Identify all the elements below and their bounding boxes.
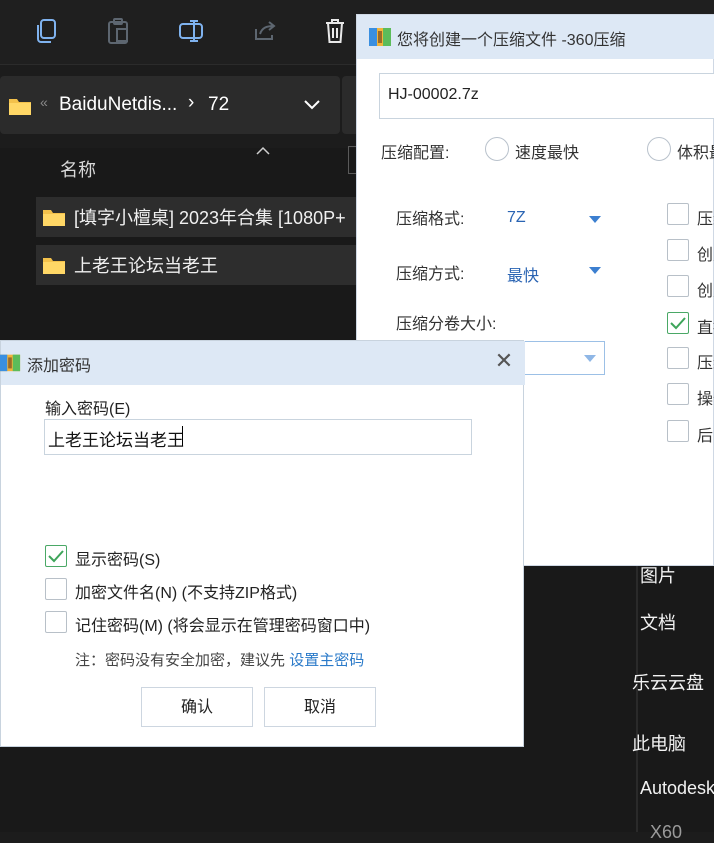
volume-size-dropdown[interactable] (517, 341, 605, 375)
folder-icon (43, 258, 65, 274)
rename-icon[interactable] (175, 14, 209, 48)
checkmark-icon (48, 550, 64, 563)
compression-title: 您将创建一个压缩文件 -360压缩 (397, 32, 626, 49)
set-master-password-link[interactable]: 设置主密码 (289, 652, 364, 669)
volume-size-label: 压缩分卷大小: (396, 316, 497, 333)
option-label-4[interactable]: 直接 (697, 314, 714, 338)
archive-filename-value: HJ-00002.7z (388, 86, 479, 103)
app-360zip-icon (369, 28, 391, 46)
password-input-value: 上老王论坛当老王 (48, 431, 184, 450)
address-bar[interactable]: « BaiduNetdis... › 72 (0, 76, 340, 134)
password-input-label: 输入密码(E) (45, 401, 131, 418)
compression-titlebar: 您将创建一个压缩文件 -360压缩 (357, 15, 714, 59)
nav-item-cloud[interactable]: 乐云云盘 (632, 669, 704, 695)
option-label-6[interactable]: 操作 (697, 385, 714, 409)
password-input[interactable]: 上老王论坛当老王 (44, 419, 472, 455)
password-dialog-titlebar: 添加密码 ✕ (0, 341, 525, 385)
nav-item-this-pc[interactable]: 此电脑 (632, 730, 686, 756)
encrypt-filenames-checkbox[interactable] (45, 578, 67, 600)
show-password-label[interactable]: 显示密码(S) (75, 546, 160, 570)
breadcrumb-72[interactable]: 72 (208, 94, 229, 116)
copy-icon[interactable] (30, 14, 64, 48)
close-icon[interactable]: ✕ (491, 349, 517, 375)
option-label-3[interactable]: 创建 (697, 277, 714, 301)
password-note: 注：密码没有安全加密，建议先 设置主密码 (75, 649, 364, 670)
option-checkbox-2[interactable] (667, 239, 689, 261)
method-dropdown-arrow-icon[interactable] (589, 267, 601, 274)
file-row[interactable]: 上老王论坛当老王 (36, 245, 366, 285)
archive-filename-input[interactable]: HJ-00002.7z (379, 73, 714, 119)
profile-label: 压缩配置: (381, 145, 450, 162)
column-header-name[interactable]: 名称 (60, 156, 96, 182)
breadcrumb-separator: › (188, 92, 195, 113)
checkmark-icon (670, 317, 686, 330)
option-label-2[interactable]: 创建 (697, 241, 714, 265)
option-checkbox-5[interactable] (667, 347, 689, 369)
format-dropdown[interactable]: 7Z (507, 209, 526, 227)
cancel-button[interactable]: 取消 (264, 687, 376, 727)
option-checkbox-6[interactable] (667, 383, 689, 405)
option-checkbox-7[interactable] (667, 420, 689, 442)
breadcrumb-overflow[interactable]: « (40, 94, 48, 110)
sort-up-icon (256, 146, 270, 155)
method-dropdown[interactable]: 最快 (507, 262, 539, 286)
paste-icon[interactable] (102, 14, 136, 48)
nav-pane-divider (636, 565, 638, 832)
nav-item-documents[interactable]: 文档 (640, 609, 676, 635)
remember-password-checkbox[interactable] (45, 611, 67, 633)
show-password-checkbox[interactable] (45, 545, 67, 567)
option-label-7[interactable]: 后台 (697, 422, 714, 446)
option-label-1[interactable]: 压缩 (697, 205, 714, 229)
profile-fast-radio[interactable] (485, 137, 509, 161)
folder-icon (43, 210, 65, 226)
method-label: 压缩方式: (396, 266, 465, 283)
option-checkbox-4[interactable] (667, 312, 689, 334)
password-dialog-title: 添加密码 (27, 358, 92, 375)
option-checkbox-1[interactable] (667, 203, 689, 225)
format-label: 压缩格式: (396, 211, 465, 228)
encrypt-filenames-label[interactable]: 加密文件名(N) (不支持ZIP格式) (75, 579, 297, 603)
breadcrumb-baidunetdisk[interactable]: BaiduNetdis... (59, 94, 177, 116)
remember-password-label[interactable]: 记住密码(M) (将会显示在管理密码窗口中) (75, 612, 370, 636)
app-360zip-icon (0, 354, 21, 372)
nav-item-autodesk[interactable]: Autodesk (640, 778, 714, 799)
file-row[interactable]: [填字小檀桌] 2023年合集 [1080P+ (36, 197, 366, 237)
file-name: [填字小檀桌] 2023年合集 [1080P+ (74, 208, 346, 228)
delete-icon[interactable] (318, 14, 352, 48)
profile-small-label[interactable]: 体积最 (677, 139, 714, 163)
profile-small-radio[interactable] (647, 137, 671, 161)
add-password-dialog: 添加密码 ✕ 输入密码(E) 上老王论坛当老王 显示密码(S) 加密文件名(N)… (0, 340, 525, 747)
profile-fast-label[interactable]: 速度最快 (515, 139, 579, 163)
nav-item-partial[interactable]: X60 (650, 822, 682, 843)
option-checkbox-3[interactable] (667, 275, 689, 297)
format-dropdown-arrow-icon[interactable] (589, 216, 601, 223)
password-note-text: 注：密码没有安全加密，建议先 (75, 652, 286, 669)
option-label-5[interactable]: 压缩 (697, 349, 714, 373)
volume-dropdown-arrow-icon[interactable] (584, 355, 596, 362)
confirm-button[interactable]: 确认 (141, 687, 253, 727)
chevron-down-icon[interactable] (303, 99, 321, 111)
file-name: 上老王论坛当老王 (74, 256, 218, 276)
folder-icon (9, 99, 31, 115)
text-caret (182, 426, 183, 446)
share-icon[interactable] (248, 14, 282, 48)
